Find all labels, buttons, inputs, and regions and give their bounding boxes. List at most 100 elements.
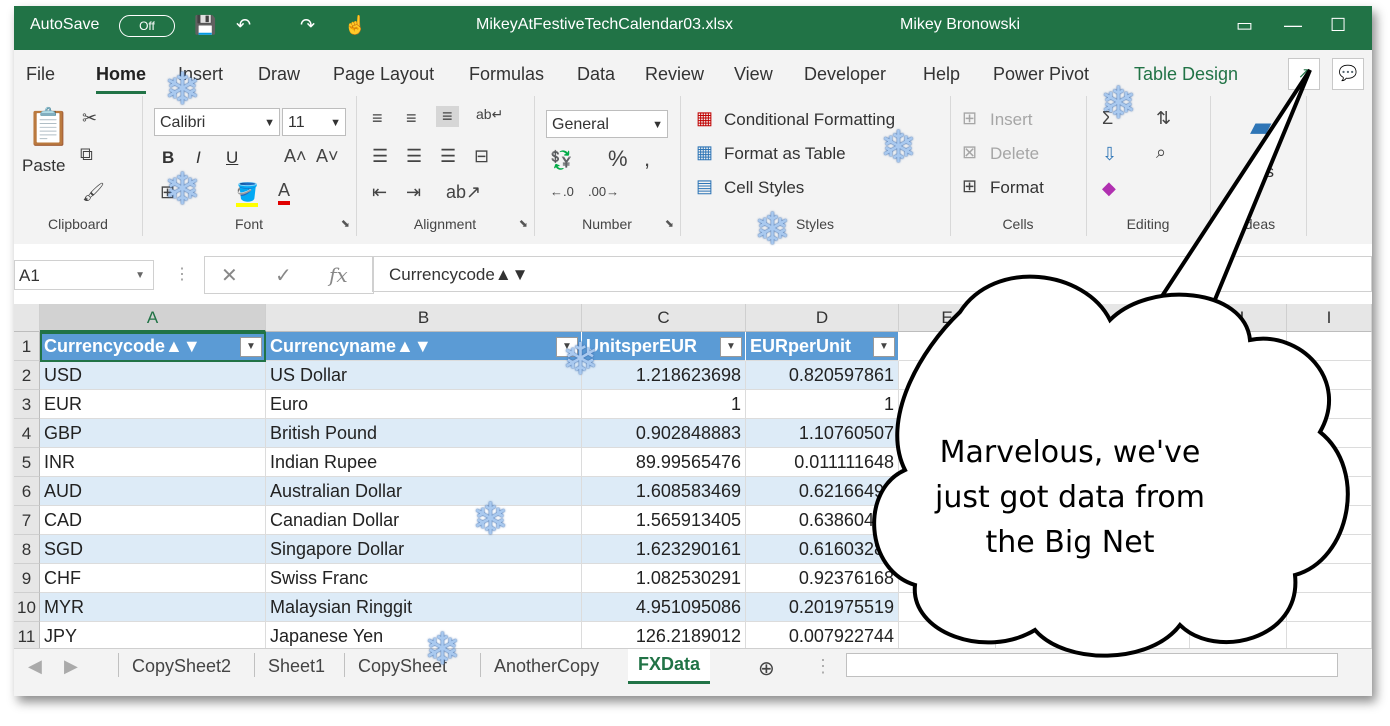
fill-icon[interactable]: ⇩ (1102, 144, 1117, 165)
table-cell[interactable]: EUR (40, 390, 266, 419)
table-cell[interactable]: 1.608583469 (582, 477, 746, 506)
empty-cell[interactable] (996, 593, 1093, 622)
number-format-select[interactable]: General ▼ (546, 110, 668, 138)
empty-cell[interactable] (1093, 593, 1190, 622)
empty-cell[interactable] (899, 390, 996, 419)
table-cell[interactable]: 126.2189012 (582, 622, 746, 648)
undo-icon[interactable]: ↶ (236, 15, 251, 36)
table-cell[interactable]: Malaysian Ringgit (266, 593, 582, 622)
row-header[interactable]: 3 (14, 390, 40, 419)
empty-cell[interactable] (1287, 593, 1372, 622)
table-cell[interactable]: Euro (266, 390, 582, 419)
align-top-icon[interactable]: ≡ (372, 108, 383, 129)
font-color-icon[interactable]: A (278, 180, 291, 205)
tab-data[interactable]: Data (577, 64, 615, 85)
merge-center-icon[interactable]: ⊟ (474, 146, 489, 167)
column-header-h[interactable]: H (1190, 304, 1287, 332)
filter-dropdown-icon[interactable]: ▼ (720, 337, 742, 357)
align-center-icon[interactable]: ☰ (406, 146, 422, 167)
increase-decimal-icon[interactable]: ←.0 (550, 184, 574, 199)
scroll-left-icon[interactable]: ◀ (28, 656, 42, 677)
filter-dropdown-icon[interactable]: ▼ (873, 337, 895, 357)
align-middle-icon[interactable]: ≡ (406, 108, 417, 129)
enter-icon[interactable]: ✓ (275, 263, 292, 288)
empty-cell[interactable] (1190, 332, 1287, 361)
empty-cell[interactable] (1190, 593, 1287, 622)
empty-cell[interactable] (899, 332, 996, 361)
accounting-format-icon[interactable]: 💱 (550, 150, 572, 171)
column-header-i[interactable]: I (1287, 304, 1372, 332)
empty-cell[interactable] (899, 593, 996, 622)
tab-developer[interactable]: Developer (804, 64, 886, 85)
orientation-icon[interactable]: ab↗ (446, 182, 481, 203)
dialog-launcher-icon[interactable]: ⬊ (665, 217, 674, 230)
tab-power-pivot[interactable]: Power Pivot (993, 64, 1089, 85)
select-all-corner[interactable] (14, 304, 40, 332)
tab-draw[interactable]: Draw (258, 64, 300, 85)
find-select-icon[interactable]: ⌕ (1156, 142, 1166, 163)
table-cell[interactable]: 1.10760507 (746, 419, 899, 448)
paste-button[interactable]: Paste (22, 156, 65, 176)
row-header[interactable]: 8 (14, 535, 40, 564)
column-header-f[interactable]: F (996, 304, 1093, 332)
cancel-icon[interactable]: ✕ (221, 263, 238, 288)
table-cell[interactable]: GBP (40, 419, 266, 448)
decrease-indent-icon[interactable]: ⇤ (372, 182, 387, 203)
tab-view[interactable]: View (734, 64, 773, 85)
horizontal-scrollbar[interactable] (846, 653, 1338, 677)
empty-cell[interactable] (1287, 361, 1372, 390)
empty-cell[interactable] (996, 390, 1093, 419)
column-header-c[interactable]: C (582, 304, 746, 332)
table-cell[interactable]: Canadian Dollar (266, 506, 582, 535)
comments-icon[interactable]: 💬 (1332, 58, 1364, 90)
ideas-button[interactable]: as (1256, 162, 1274, 182)
empty-cell[interactable] (1190, 622, 1287, 648)
empty-cell[interactable] (1287, 506, 1372, 535)
column-header-a[interactable]: A (40, 304, 266, 332)
row-header[interactable]: 6 (14, 477, 40, 506)
wrap-text-icon[interactable]: ab↵ (476, 106, 503, 123)
maximize-icon[interactable]: ☐ (1330, 15, 1346, 36)
table-cell[interactable]: CHF (40, 564, 266, 593)
empty-cell[interactable] (1093, 390, 1190, 419)
table-cell[interactable]: US Dollar (266, 361, 582, 390)
save-icon[interactable]: 💾 (194, 15, 216, 36)
share-icon[interactable]: ↗ (1288, 58, 1320, 90)
table-cell[interactable]: 0.63860496 (746, 506, 899, 535)
sheet-tab-copysheet2[interactable]: CopySheet2 (132, 656, 231, 677)
empty-cell[interactable] (1093, 622, 1190, 648)
table-cell[interactable]: 0.62166497 (746, 477, 899, 506)
ribbon-display-icon[interactable]: ▭ (1236, 15, 1253, 36)
table-cell[interactable]: 1.218623698 (582, 361, 746, 390)
format-painter-icon[interactable]: 🖌 (82, 182, 105, 203)
table-cell[interactable]: Australian Dollar (266, 477, 582, 506)
empty-cell[interactable] (1093, 332, 1190, 361)
align-bottom-icon[interactable]: ≡ (436, 106, 459, 127)
empty-cell[interactable] (1287, 448, 1372, 477)
fill-color-icon[interactable]: 🪣 (236, 182, 259, 207)
tab-formulas[interactable]: Formulas (469, 64, 544, 85)
tab-home[interactable]: Home (96, 64, 147, 94)
table-cell[interactable]: INR (40, 448, 266, 477)
table-cell[interactable]: Indian Rupee (266, 448, 582, 477)
format-cells-button[interactable]: Format (990, 178, 1044, 198)
table-cell[interactable]: 4.951095086 (582, 593, 746, 622)
conditional-formatting-button[interactable]: Conditional Formatting (724, 110, 895, 130)
empty-cell[interactable] (1190, 564, 1287, 593)
add-sheet-icon[interactable]: ⊕ (758, 656, 775, 681)
row-header[interactable]: 9 (14, 564, 40, 593)
name-box[interactable]: A1 ▼ (14, 260, 154, 290)
table-cell[interactable]: 89.99565476 (582, 448, 746, 477)
table-cell[interactable]: 1 (582, 390, 746, 419)
tabs-grip-icon[interactable]: ⋮ (814, 656, 832, 677)
column-header-b[interactable]: B (266, 304, 582, 332)
scroll-right-icon[interactable]: ▶ (64, 656, 78, 677)
sheet-tab-sheet1[interactable]: Sheet1 (268, 656, 325, 677)
table-cell[interactable]: Swiss Franc (266, 564, 582, 593)
cut-icon[interactable]: ✂ (82, 108, 97, 129)
paste-icon[interactable]: 📋 (26, 106, 71, 148)
sheet-tab-anothercopy[interactable]: AnotherCopy (494, 656, 599, 677)
table-cell[interactable]: Singapore Dollar (266, 535, 582, 564)
align-right-icon[interactable]: ☰ (440, 146, 456, 167)
minimize-icon[interactable]: — (1284, 15, 1302, 36)
